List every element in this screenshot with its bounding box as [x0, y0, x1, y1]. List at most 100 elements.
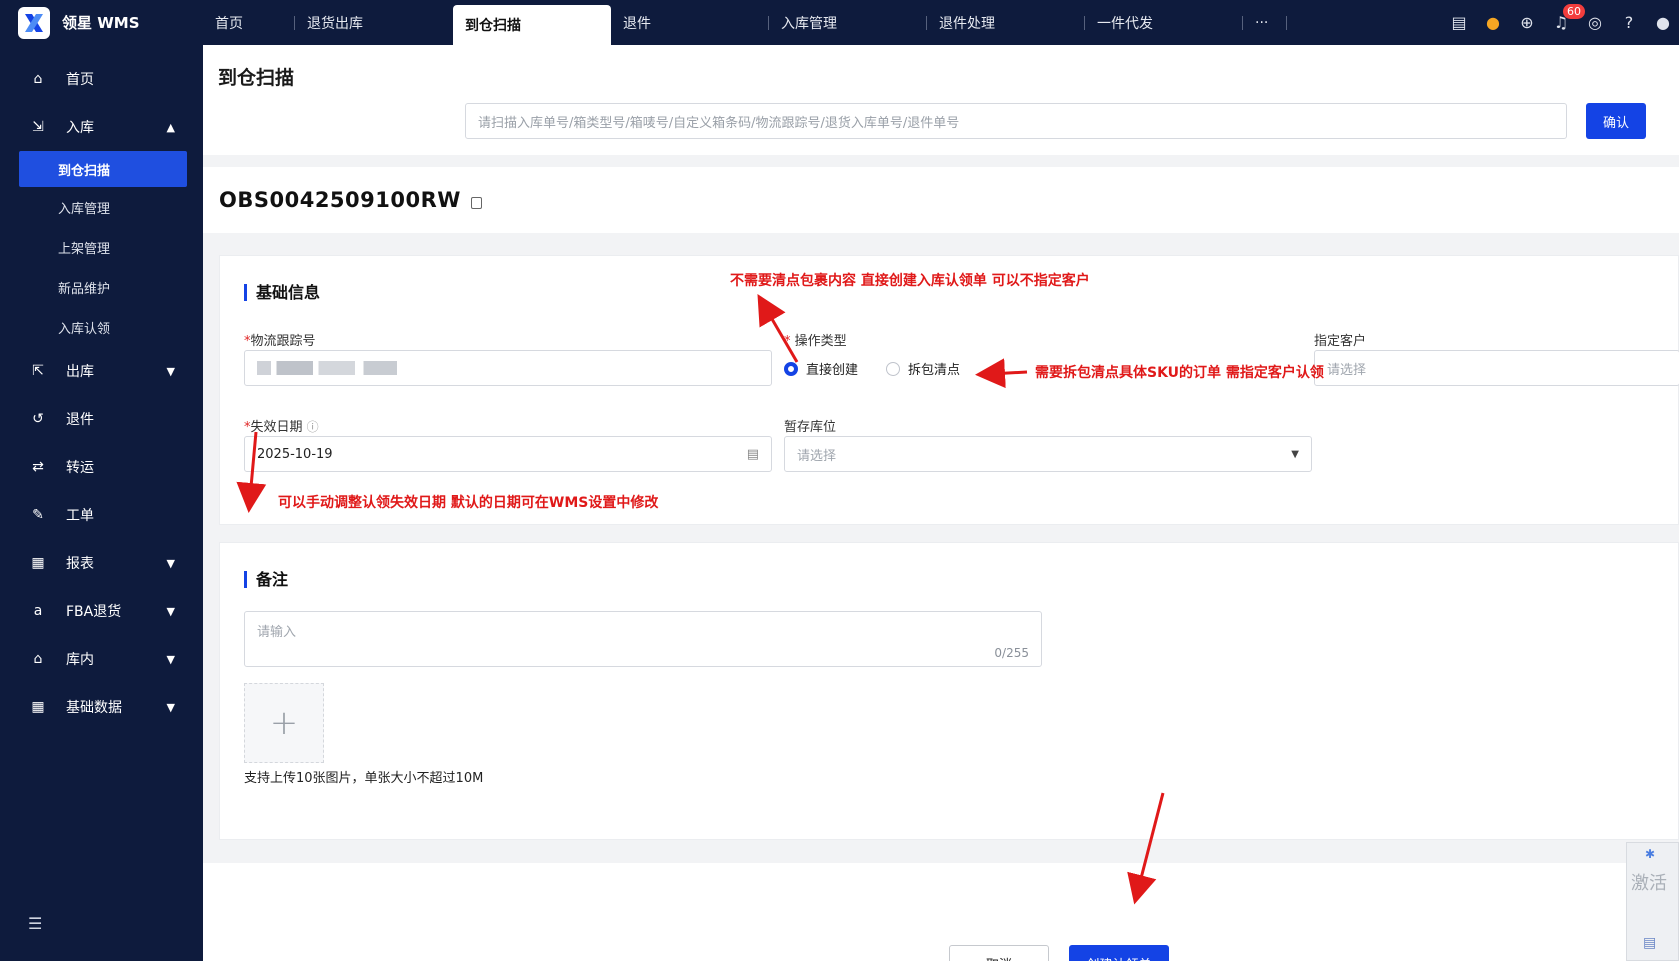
download-icon[interactable]: ⊕: [1519, 13, 1535, 32]
printer-icon[interactable]: ▤: [1643, 935, 1656, 951]
reports-icon: ▦: [31, 555, 45, 571]
sidebar-item-workorder[interactable]: ✎ 工单: [0, 491, 203, 539]
side-widget[interactable]: ✱ 激活 ▤: [1626, 842, 1679, 961]
sidebar-item-label: 工单: [66, 508, 94, 524]
bell-icon[interactable]: ♫ 60: [1553, 4, 1585, 32]
sidebar-item-fba-returns[interactable]: a FBA退货 ▼: [0, 587, 203, 635]
sidebar-item-label: 入库: [66, 120, 94, 136]
sidebar-item-home[interactable]: ⌂ 首页: [0, 55, 203, 103]
location-select[interactable]: 请选择 ▼: [784, 436, 1312, 472]
location-placeholder: 请选择: [797, 448, 837, 464]
sidebar-item-label: 退件: [66, 412, 94, 428]
sidebar-item-outbound[interactable]: ⇱ 出库 ▼: [0, 347, 203, 395]
customer-label: 指定客户: [1314, 334, 1367, 349]
top-bar: 领星 WMS 首页 退货出库 到仓扫描 退件 入库管理 退件处理 一件代发 ··…: [0, 0, 1679, 45]
sidebar-sub-putaway[interactable]: 上架管理: [0, 227, 203, 267]
chevron-down-icon: ▼: [166, 604, 175, 618]
home-icon: ⌂: [33, 71, 43, 87]
warehouse-icon: ⌂: [33, 651, 43, 667]
location-label: 暂存库位: [784, 420, 837, 435]
annotation-direct-create: 不需要清点包裹内容 直接创建入库认领单 可以不指定客户: [730, 273, 1090, 289]
sidebar-item-label: 基础数据: [66, 700, 122, 716]
chevron-down-icon: ▼: [1291, 448, 1299, 460]
annotation-unpack-count: 需要拆包清点具体SKU的订单 需指定客户认领: [1035, 365, 1324, 381]
chevron-down-icon: ▼: [166, 700, 175, 714]
basic-info-card: 基础信息 *物流跟踪号 * 操作类型 直接创建 拆包清点 指定客户 请选择 *失…: [219, 255, 1679, 525]
tab-more[interactable]: ···: [1243, 0, 1287, 45]
customer-select[interactable]: 请选择: [1314, 350, 1679, 386]
blurred-value: [257, 361, 397, 375]
copy-icon[interactable]: [470, 197, 482, 209]
chevron-down-icon: ▼: [166, 652, 175, 666]
remark-card: 备注 请输入 0/255 + 支持上传10张图片，单张大小不超过10M: [219, 542, 1679, 840]
radio-unpack-count[interactable]: 拆包清点: [886, 359, 960, 378]
help-icon[interactable]: ?: [1621, 13, 1637, 32]
sidebar-item-label: 出库: [66, 364, 94, 380]
tab-return-outbound[interactable]: 退货出库: [295, 0, 453, 45]
calendar-icon[interactable]: ▤: [747, 447, 759, 462]
inbound-icon: ⇲: [32, 119, 44, 135]
upload-tip: 支持上传10张图片，单张大小不超过10M: [244, 771, 484, 786]
plus-icon: +: [269, 703, 299, 743]
sidebar-item-reports[interactable]: ▦ 报表 ▼: [0, 539, 203, 587]
sidebar-item-inbound[interactable]: ⇲ 入库 ▲: [0, 103, 203, 151]
chevron-down-icon: ▼: [166, 364, 175, 378]
sidebar-item-label: FBA退货: [66, 604, 122, 620]
char-counter: 0/255: [994, 646, 1029, 660]
workorder-icon: ✎: [32, 507, 44, 523]
sidebar-item-basic-data[interactable]: ▦ 基础数据 ▼: [0, 683, 203, 731]
tab-dropshipping[interactable]: 一件代发: [1085, 0, 1243, 45]
section-title-basic: 基础信息: [244, 284, 320, 301]
chevron-down-icon: ▼: [166, 556, 175, 570]
tab-arrival-scan[interactable]: 到仓扫描: [453, 5, 611, 45]
sidebar-sub-arrival-scan[interactable]: 到仓扫描: [19, 151, 187, 187]
transfer-icon: ⇄: [32, 459, 44, 475]
order-number: OBS0042509100RW: [219, 188, 461, 212]
tab-returns[interactable]: 退件: [611, 0, 769, 45]
remark-textarea[interactable]: 请输入 0/255: [244, 611, 1042, 667]
grid-icon: ▦: [31, 699, 45, 715]
operation-type-label: * 操作类型: [784, 334, 847, 349]
remark-placeholder: 请输入: [257, 625, 297, 640]
sidebar-item-transfer[interactable]: ⇄ 转运: [0, 443, 203, 491]
bluetooth-icon: ✱: [1645, 847, 1656, 861]
expire-date-value: 2025-10-19: [257, 446, 333, 462]
chevron-up-icon: ▲: [166, 120, 175, 134]
avatar[interactable]: ●: [1655, 13, 1671, 32]
footer-bar: 取消 创建认领单: [203, 863, 1679, 961]
brand[interactable]: 领星 WMS: [0, 0, 203, 45]
tab-inbound-management[interactable]: 入库管理: [769, 0, 927, 45]
amazon-icon: a: [33, 603, 43, 619]
outbound-icon: ⇱: [32, 363, 44, 379]
tracking-number-field[interactable]: [244, 350, 772, 386]
sidebar-sub-new-product[interactable]: 新品维护: [0, 267, 203, 307]
collapse-menu-icon[interactable]: ☰: [28, 914, 42, 933]
sidebar-item-label: 转运: [66, 460, 94, 476]
page-title: 到仓扫描: [218, 67, 295, 89]
radio-direct-create[interactable]: 直接创建: [784, 359, 858, 378]
returns-icon: ↺: [32, 411, 44, 427]
sidebar-item-label: 报表: [66, 556, 94, 572]
scan-input[interactable]: 请扫描入库单号/箱类型号/箱唛号/自定义箱条码/物流跟踪号/退货入库单号/退件单…: [465, 103, 1567, 139]
upload-image-button[interactable]: +: [244, 683, 324, 763]
sidebar-sub-inbound-claim[interactable]: 入库认领: [0, 307, 203, 347]
sidebar-item-returns[interactable]: ↺ 退件: [0, 395, 203, 443]
confirm-button[interactable]: 确认: [1586, 103, 1646, 139]
info-icon[interactable]: ⓘ: [307, 420, 319, 434]
logo-icon: [18, 6, 50, 39]
side-widget-text: 激活: [1631, 873, 1667, 894]
create-claim-button[interactable]: 创建认领单: [1069, 945, 1169, 961]
printer-icon[interactable]: ▤: [1451, 13, 1467, 32]
tab-home[interactable]: 首页: [203, 0, 295, 45]
robot-icon[interactable]: ●: [1485, 13, 1501, 32]
tab-return-processing[interactable]: 退件处理: [927, 0, 1085, 45]
sidebar-item-label: 首页: [66, 72, 94, 88]
settings-icon[interactable]: ◎: [1587, 13, 1603, 32]
sidebar-item-warehouse[interactable]: ⌂ 库内 ▼: [0, 635, 203, 683]
radio-checked-icon: [784, 361, 798, 376]
cancel-button[interactable]: 取消: [949, 945, 1049, 961]
sidebar-sub-inbound-management[interactable]: 入库管理: [0, 187, 203, 227]
tab-bar: 首页 退货出库 到仓扫描 退件 入库管理 退件处理 一件代发 ···: [203, 0, 1287, 45]
expire-date-field[interactable]: 2025-10-19 ▤: [244, 436, 772, 472]
sidebar: ⌂ 首页 ⇲ 入库 ▲ 到仓扫描 入库管理 上架管理 新品维护 入库认领 ⇱ 出…: [0, 45, 203, 961]
